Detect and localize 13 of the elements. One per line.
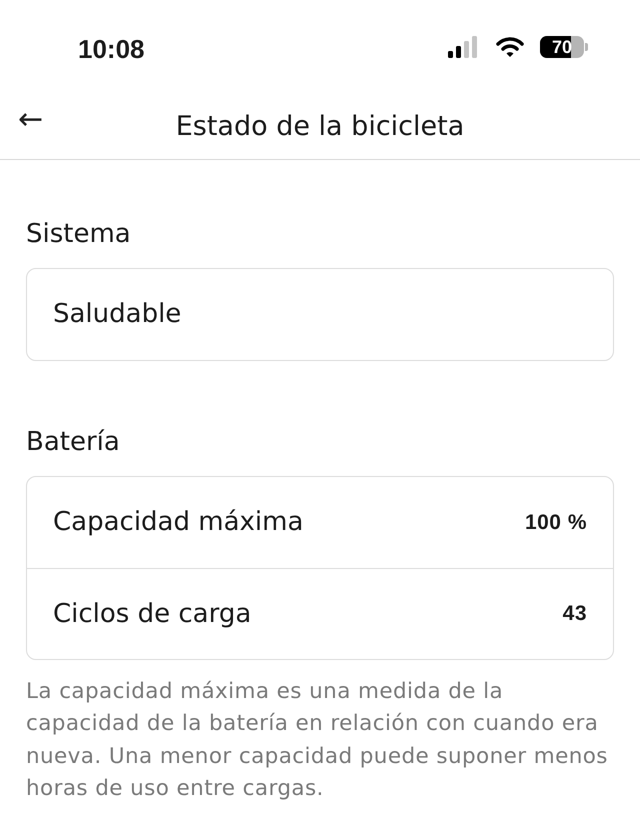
page-title: Estado de la bicicleta: [176, 110, 464, 144]
status-time: 10:08: [78, 33, 144, 66]
wifi-icon: [496, 36, 524, 58]
section-title: Batería: [26, 426, 121, 459]
row-label: Saludable: [53, 298, 182, 331]
row-value: 100 %: [524, 510, 587, 536]
footnote-text: La capacidad máxima es una medida de la capacidad de la batería en relación con cuando era nueva. Una menor capacidad puede suponer menos horas de uso entre cargas.: [26, 678, 609, 803]
row-label: Ciclos de carga: [53, 598, 252, 630]
section-title: Sistema: [26, 218, 132, 251]
signal-icon: [448, 36, 480, 58]
row-value: 43: [562, 601, 587, 628]
back-button[interactable]: ←: [14, 101, 48, 139]
row-label: Capacidad máxima: [53, 506, 304, 539]
